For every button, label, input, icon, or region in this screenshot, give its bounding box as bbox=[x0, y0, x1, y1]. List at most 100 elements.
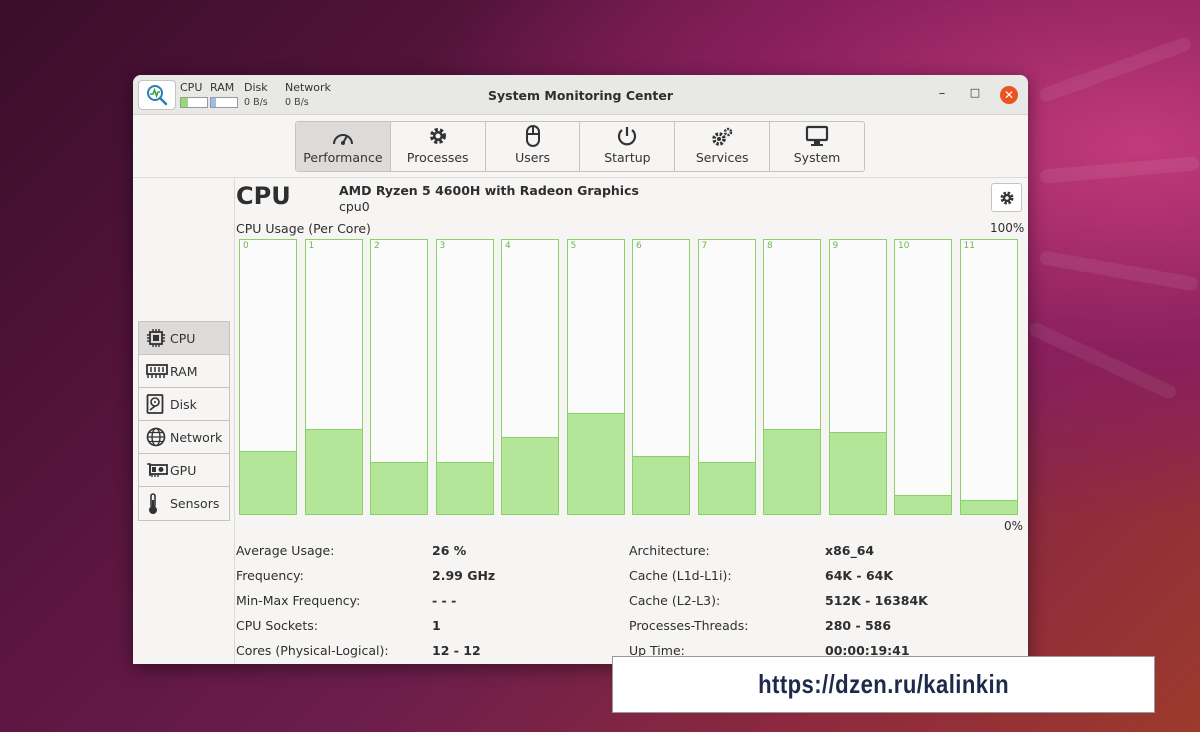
sidebar-item-sensors[interactable]: Sensors bbox=[139, 487, 229, 520]
stat-label: Architecture: bbox=[629, 543, 710, 558]
tab-label: Performance bbox=[303, 150, 383, 165]
core-number-label: 5 bbox=[570, 241, 577, 251]
core-usage-bar: 10 bbox=[894, 239, 952, 515]
stat-label: Average Usage: bbox=[236, 543, 335, 558]
core-number-label: 4 bbox=[505, 241, 511, 251]
core-usage-fill bbox=[240, 450, 296, 514]
stat-label: CPU Sockets: bbox=[236, 618, 318, 633]
core-usage-fill bbox=[502, 437, 558, 514]
core-usage-bar: 0 bbox=[239, 239, 297, 515]
stat-value: 26 % bbox=[432, 543, 467, 558]
main-tabs: Performance Processes Users Startup Serv… bbox=[295, 121, 865, 172]
sidebar-separator bbox=[234, 178, 235, 664]
stat-value: 2.99 GHz bbox=[432, 568, 496, 583]
core-number-label: 1 bbox=[308, 241, 315, 251]
monitor-icon bbox=[805, 125, 829, 146]
core-usage-fill bbox=[436, 461, 493, 514]
tab-label: System bbox=[793, 150, 841, 165]
core-number-label: 7 bbox=[701, 241, 708, 251]
gears-icon bbox=[712, 127, 733, 146]
core-number-label: 8 bbox=[767, 241, 773, 251]
thermometer-icon bbox=[146, 492, 168, 515]
core-usage-bar: 4 bbox=[501, 239, 559, 515]
core-usage-fill bbox=[960, 500, 1017, 514]
tab-startup[interactable]: Startup bbox=[580, 122, 676, 171]
sidebar-item-disk[interactable]: Disk bbox=[139, 388, 229, 421]
app-window: CPU RAM Disk 0 B/s Network 0 B/s System … bbox=[133, 75, 1028, 664]
graphics-card-icon bbox=[146, 462, 168, 478]
cpu-chip-icon bbox=[146, 328, 168, 348]
core-usage-fill bbox=[829, 431, 886, 514]
graph-max-label: 100% bbox=[990, 221, 1025, 235]
core-usage-bar: 2 bbox=[370, 239, 428, 515]
core-usage-fill bbox=[764, 429, 820, 514]
power-icon bbox=[618, 127, 637, 146]
core-number-label: 6 bbox=[636, 241, 642, 251]
speedometer-icon bbox=[332, 134, 353, 145]
page-title: CPU bbox=[236, 182, 291, 210]
sidebar-item-cpu[interactable]: CPU bbox=[139, 322, 229, 355]
core-usage-fill bbox=[633, 456, 689, 514]
sidebar-item-label: RAM bbox=[170, 363, 198, 379]
core-usage-bar: 11 bbox=[959, 239, 1018, 515]
wallpaper-ray bbox=[1027, 320, 1178, 401]
per-core-usage-chart: 0 1 2 3 4 5 6 7 8 9 10 11 bbox=[239, 239, 1018, 515]
tab-processes[interactable]: Processes bbox=[391, 122, 486, 171]
title-bar: CPU RAM Disk 0 B/s Network 0 B/s System … bbox=[133, 75, 1028, 115]
maximize-button[interactable]: □ bbox=[966, 86, 984, 99]
graph-title: CPU Usage (Per Core) bbox=[236, 221, 371, 236]
stat-value: 1 bbox=[432, 618, 441, 633]
gear-icon bbox=[429, 128, 446, 144]
wallpaper-ray bbox=[1038, 250, 1199, 292]
hard-disk-icon bbox=[146, 394, 168, 414]
tab-performance[interactable]: Performance bbox=[296, 122, 391, 171]
window-title: System Monitoring Center bbox=[487, 88, 673, 103]
tab-label: Users bbox=[515, 150, 551, 165]
header-divider bbox=[133, 177, 1028, 178]
stat-label: Processes-Threads: bbox=[629, 618, 749, 633]
stat-label: Cache (L2-L3): bbox=[629, 593, 721, 608]
core-number-label: 11 bbox=[963, 241, 975, 251]
settings-button[interactable] bbox=[991, 183, 1022, 212]
wallpaper-ray bbox=[1037, 35, 1193, 104]
core-number-label: 3 bbox=[439, 241, 446, 251]
performance-sidebar: CPU RAM Disk Network GPU Sensors bbox=[138, 321, 230, 521]
sidebar-item-gpu[interactable]: GPU bbox=[139, 454, 229, 487]
tab-services[interactable]: Services bbox=[675, 122, 771, 171]
sidebar-item-ram[interactable]: RAM bbox=[139, 355, 229, 388]
stat-label: Cache (L1d-L1i): bbox=[629, 568, 732, 583]
sidebar-item-label: Sensors bbox=[170, 496, 220, 511]
stat-label: Cores (Physical-Logical): bbox=[236, 643, 389, 658]
core-usage-fill bbox=[305, 429, 362, 514]
graph-min-label: 0% bbox=[1004, 519, 1024, 533]
tab-users[interactable]: Users bbox=[486, 122, 581, 171]
close-button[interactable]: ✕ bbox=[1000, 86, 1018, 104]
watermark-text: https://dzen.ru/kalinkin bbox=[758, 669, 1009, 699]
core-usage-bar: 3 bbox=[435, 239, 494, 515]
globe-icon bbox=[146, 427, 168, 447]
minimize-button[interactable]: – bbox=[933, 86, 951, 101]
ram-module-icon bbox=[146, 363, 168, 379]
sidebar-item-label: Network bbox=[170, 429, 223, 445]
core-usage-fill bbox=[371, 461, 427, 514]
core-number-label: 0 bbox=[243, 241, 249, 251]
core-number-label: 10 bbox=[898, 241, 910, 251]
stat-value: 280 - 586 bbox=[825, 618, 892, 633]
mouse-icon bbox=[525, 125, 540, 147]
core-usage-bar: 9 bbox=[828, 239, 887, 515]
sidebar-item-label: GPU bbox=[170, 462, 197, 478]
core-number-label: 9 bbox=[832, 241, 839, 251]
sidebar-item-network[interactable]: Network bbox=[139, 421, 229, 454]
core-usage-bar: 8 bbox=[763, 239, 821, 515]
core-usage-fill bbox=[567, 412, 624, 514]
watermark-banner: https://dzen.ru/kalinkin bbox=[612, 656, 1155, 713]
tab-system[interactable]: System bbox=[770, 122, 864, 171]
core-usage-bar: 7 bbox=[697, 239, 756, 515]
tab-label: Startup bbox=[604, 150, 651, 165]
core-usage-bar: 6 bbox=[632, 239, 690, 515]
core-usage-bar: 1 bbox=[304, 239, 363, 515]
wallpaper-ray bbox=[1039, 156, 1200, 184]
core-usage-fill bbox=[698, 461, 755, 514]
stat-value: x86_64 bbox=[825, 543, 875, 558]
core-number-label: 2 bbox=[374, 241, 380, 251]
